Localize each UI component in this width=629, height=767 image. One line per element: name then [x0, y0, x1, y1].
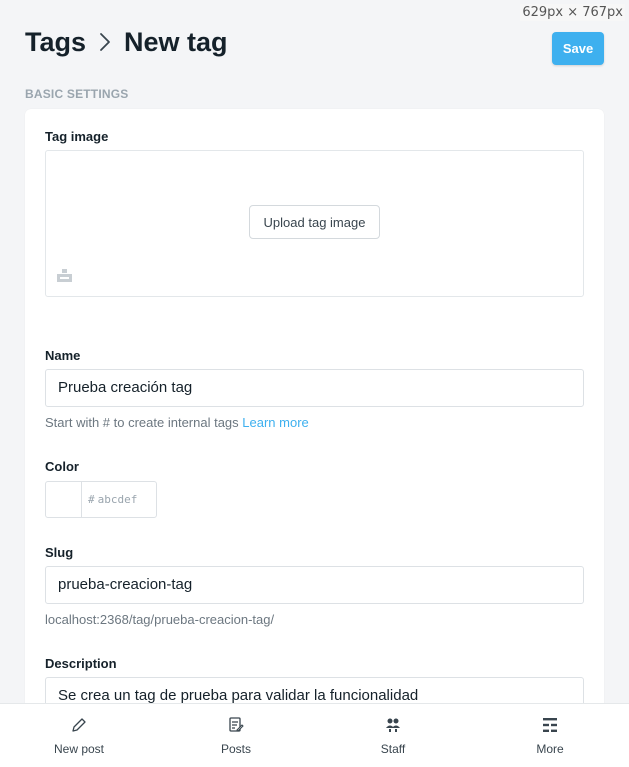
- nav-staff-label: Staff: [380, 742, 406, 756]
- description-label: Description: [45, 656, 117, 671]
- nav-posts[interactable]: Posts: [196, 716, 276, 756]
- slug-url-preview: localhost:2368/tag/prueba-creacion-tag/: [45, 612, 275, 627]
- nav-new-post-label: New post: [53, 742, 105, 756]
- section-title: BASIC SETTINGS: [25, 87, 129, 101]
- slug-input[interactable]: prueba-creacion-tag: [45, 566, 584, 604]
- nav-new-post[interactable]: New post: [39, 716, 119, 756]
- tag-image-label: Tag image: [45, 129, 109, 144]
- color-hex-input[interactable]: # abcdef: [82, 482, 137, 517]
- slug-label: Slug: [45, 545, 74, 560]
- color-hex-placeholder: abcdef: [97, 493, 138, 506]
- chevron-right-icon: [98, 32, 112, 52]
- nav-posts-label: Posts: [220, 742, 251, 756]
- color-swatch[interactable]: [46, 482, 82, 517]
- color-label: Color: [45, 459, 79, 474]
- bottom-nav: New post Posts Staff More: [0, 703, 629, 767]
- posts-icon: [227, 716, 245, 737]
- page-header: Tags New tag Save: [25, 24, 604, 65]
- nav-more-label: More: [536, 742, 564, 756]
- learn-more-link[interactable]: Learn more: [242, 415, 308, 430]
- page-title: New tag: [124, 26, 228, 57]
- breadcrumb: Tags New tag: [25, 27, 228, 58]
- name-input[interactable]: Prueba creación tag: [45, 369, 584, 407]
- settings-card: Tag image Upload tag image Name Prueba c…: [25, 109, 604, 749]
- nav-more[interactable]: More: [510, 716, 590, 756]
- save-button[interactable]: Save: [552, 31, 604, 65]
- hash-symbol: #: [88, 493, 95, 506]
- staff-icon: [384, 716, 402, 737]
- name-hint: Start with # to create internal tags Lea…: [45, 415, 309, 430]
- dimensions-overlay: 629px × 767px: [520, 4, 625, 21]
- tag-image-dropzone[interactable]: Upload tag image: [45, 150, 584, 297]
- image-placeholder-icon: [57, 269, 72, 287]
- name-label: Name: [45, 348, 81, 363]
- color-picker[interactable]: # abcdef: [45, 481, 157, 518]
- nav-staff[interactable]: Staff: [353, 716, 433, 756]
- name-hint-text: Start with # to create internal tags: [45, 415, 239, 430]
- more-icon: [541, 716, 559, 737]
- upload-tag-image-button[interactable]: Upload tag image: [249, 205, 380, 239]
- pencil-icon: [70, 716, 88, 737]
- breadcrumb-tags-link[interactable]: Tags: [25, 27, 86, 58]
